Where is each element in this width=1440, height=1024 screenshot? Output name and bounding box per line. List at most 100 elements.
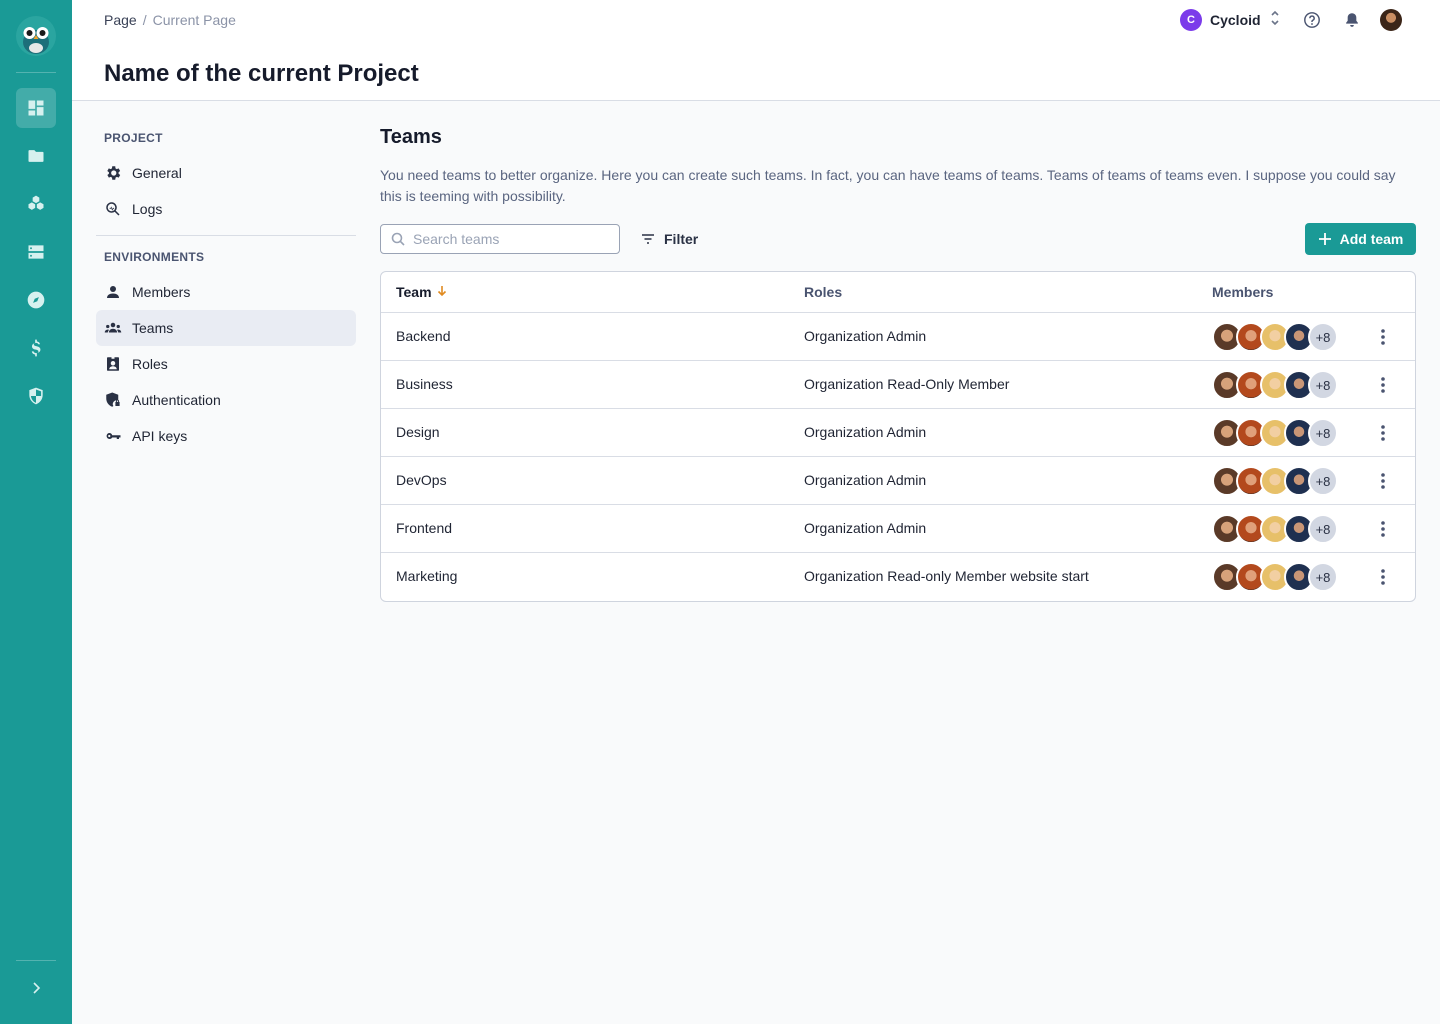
page-title: Name of the current Project: [104, 60, 419, 87]
team-name: Frontend: [396, 520, 453, 536]
row-actions-kebab-icon[interactable]: [1373, 567, 1393, 587]
org-switcher[interactable]: C Cycloid: [1180, 9, 1281, 31]
team-role: Organization Admin: [804, 328, 927, 344]
column-header-team[interactable]: Team: [396, 284, 448, 300]
filter-label: Filter: [664, 231, 699, 247]
group-icon: [104, 322, 122, 333]
org-badge: C: [1180, 9, 1202, 31]
sidebar-item-label: Roles: [132, 356, 168, 372]
servers-icon[interactable]: [16, 232, 56, 272]
table-row[interactable]: Backend Organization Admin +8: [381, 313, 1415, 361]
badge-icon: [107, 357, 119, 371]
user-avatar[interactable]: [1380, 9, 1402, 31]
gear-icon: [107, 166, 121, 180]
team-name: Marketing: [396, 568, 458, 584]
rail-divider: [16, 960, 56, 961]
column-header-roles: Roles: [804, 284, 843, 300]
team-name: Business: [396, 376, 453, 392]
compass-icon[interactable]: [16, 280, 56, 320]
filter-button[interactable]: Filter: [640, 227, 698, 251]
sidebar-item-api-keys[interactable]: API keys: [96, 418, 356, 454]
stacks-icon[interactable]: [16, 184, 56, 224]
dollar-icon[interactable]: [16, 328, 56, 368]
row-actions-kebab-icon[interactable]: [1373, 519, 1393, 539]
column-header-label: Team: [396, 284, 432, 300]
team-role: Organization Admin: [804, 520, 927, 536]
breadcrumb-current: Current Page: [152, 12, 236, 28]
search-input[interactable]: [413, 231, 603, 247]
team-role: Organization Admin: [804, 472, 927, 488]
more-members-badge: +8: [1308, 418, 1338, 448]
folder-icon[interactable]: [16, 136, 56, 176]
expand-rail-chevron-icon[interactable]: [16, 968, 56, 1008]
add-team-label: Add team: [1339, 231, 1404, 247]
row-actions-kebab-icon[interactable]: [1373, 375, 1393, 395]
row-actions-kebab-icon[interactable]: [1373, 423, 1393, 443]
row-actions-kebab-icon[interactable]: [1373, 327, 1393, 347]
more-members-badge: +8: [1308, 562, 1338, 592]
dashboard-icon[interactable]: [16, 88, 56, 128]
team-name: DevOps: [396, 472, 447, 488]
logs-search-icon: [106, 202, 120, 216]
table-row[interactable]: Marketing Organization Read-only Member …: [381, 553, 1415, 601]
sidebar-item-label: API keys: [132, 428, 188, 444]
member-avatars: +8: [1212, 562, 1342, 592]
more-members-badge: +8: [1308, 514, 1338, 544]
table-header: Team Roles Members: [381, 272, 1415, 313]
section-title: Teams: [380, 126, 442, 148]
cycloid-owl-logo[interactable]: [16, 16, 56, 56]
key-icon: [106, 432, 121, 439]
sidebar-item-label: General: [132, 165, 182, 181]
shield-lock-icon: [106, 392, 120, 407]
column-header-members: Members: [1212, 284, 1274, 300]
sidebar-item-label: Teams: [132, 320, 174, 336]
member-avatars: +8: [1212, 418, 1342, 448]
breadcrumb-root[interactable]: Page: [104, 12, 137, 28]
team-role: Organization Read-only Member website st…: [804, 568, 1089, 584]
search-field: [380, 224, 620, 254]
teams-table: Team Roles Members Backend Organization …: [380, 271, 1416, 602]
sidebar-item-members[interactable]: Members: [96, 274, 356, 310]
table-row[interactable]: Frontend Organization Admin +8: [381, 505, 1415, 553]
team-name: Backend: [396, 328, 451, 344]
breadcrumb: Page / Current Page: [104, 12, 236, 28]
shield-icon[interactable]: [16, 376, 56, 416]
chevron-updown-icon: [1269, 9, 1281, 32]
sidebar-item-label: Authentication: [132, 392, 221, 408]
page-header: Page / Current Page Name of the current …: [72, 0, 1440, 101]
row-actions-kebab-icon[interactable]: [1373, 471, 1393, 491]
sidebar-item-logs[interactable]: Logs: [96, 191, 356, 227]
filter-icon: [642, 234, 654, 244]
bell-icon[interactable]: [1342, 10, 1362, 30]
more-members-badge: +8: [1308, 322, 1338, 352]
sidebar-item-label: Members: [132, 284, 191, 300]
sidebar-item-label: Logs: [132, 201, 163, 217]
org-name: Cycloid: [1210, 12, 1261, 28]
add-team-button[interactable]: Add team: [1305, 223, 1416, 255]
app-rail: [0, 0, 72, 1024]
table-body: Backend Organization Admin +8 Business O…: [381, 313, 1415, 601]
table-row[interactable]: Design Organization Admin +8: [381, 409, 1415, 457]
table-row[interactable]: Business Organization Read-Only Member +…: [381, 361, 1415, 409]
sidebar-item-teams[interactable]: Teams: [96, 310, 356, 346]
help-icon[interactable]: [1302, 10, 1322, 30]
search-icon: [391, 232, 405, 246]
member-avatars: +8: [1212, 514, 1342, 544]
table-row[interactable]: DevOps Organization Admin +8: [381, 457, 1415, 505]
team-role: Organization Read-Only Member: [804, 376, 1010, 392]
member-avatars: +8: [1212, 322, 1342, 352]
sort-arrow-down-icon: [436, 284, 448, 300]
sidebar-divider: [96, 235, 356, 236]
plus-icon: [1318, 233, 1331, 245]
sidebar-item-roles[interactable]: Roles: [96, 346, 356, 382]
more-members-badge: +8: [1308, 466, 1338, 496]
sidebar-item-authentication[interactable]: Authentication: [96, 382, 356, 418]
section-description: You need teams to better organize. Here …: [380, 167, 1396, 204]
person-icon: [107, 286, 119, 298]
section-label-project: PROJECT: [104, 131, 163, 145]
team-role: Organization Admin: [804, 424, 927, 440]
sidebar-item-general[interactable]: General: [96, 155, 356, 191]
member-avatars: +8: [1212, 370, 1342, 400]
breadcrumb-separator: /: [142, 12, 147, 28]
member-avatars: +8: [1212, 466, 1342, 496]
